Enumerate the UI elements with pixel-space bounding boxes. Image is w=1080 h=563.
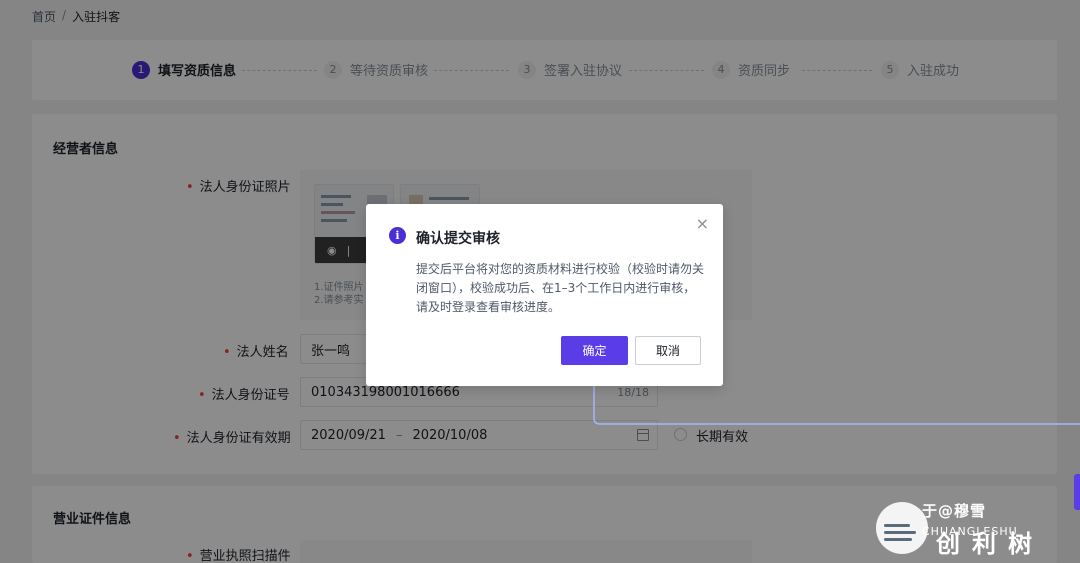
close-icon[interactable]: ×: [696, 216, 709, 232]
watermark-wave: [884, 531, 916, 534]
watermark-author-text: 于@穆雪: [922, 502, 987, 520]
info-icon: i: [389, 227, 406, 244]
watermark: 于@穆雪 CHUANGLESHU 创利树: [870, 498, 1080, 563]
dialog-title: 确认提交审核: [416, 231, 500, 247]
watermark-brand: 创利树: [936, 530, 1044, 558]
confirm-button[interactable]: 确定: [561, 336, 628, 365]
watermark-wave: [884, 524, 910, 527]
cancel-button[interactable]: 取消: [635, 336, 701, 365]
watermark-wave: [884, 538, 912, 541]
watermark-logo: [876, 502, 928, 554]
dialog-message: 提交后平台将对您的资质材料进行校验（校验时请勿关闭窗口），校验成功后、在1–3个…: [416, 262, 705, 314]
confirm-submit-dialog: i 确认提交审核 × 提交后平台将对您的资质材料进行校验（校验时请勿关闭窗口），…: [366, 204, 723, 386]
